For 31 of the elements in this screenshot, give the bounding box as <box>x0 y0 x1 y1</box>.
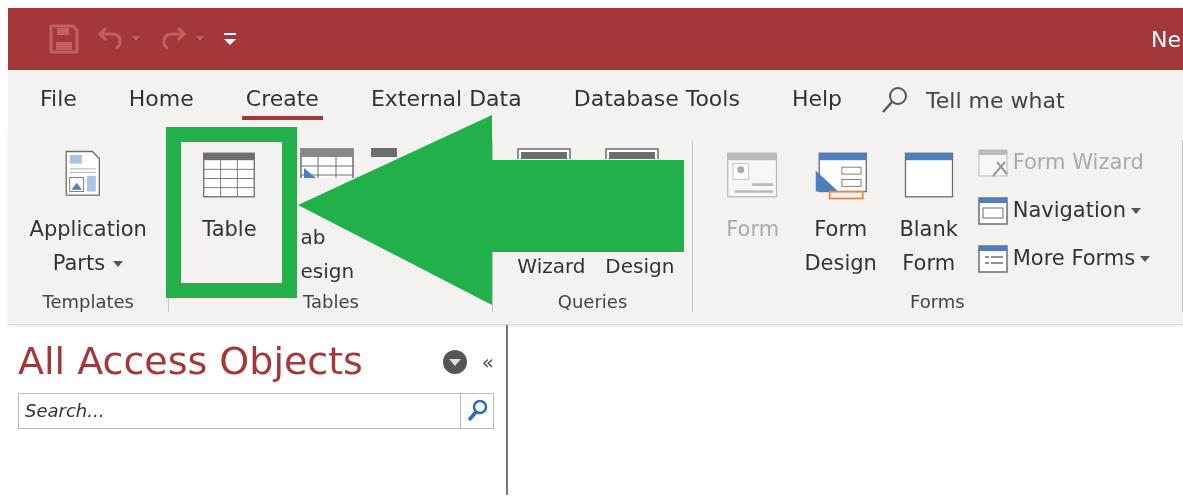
window-icon <box>976 196 1009 226</box>
ribbon-tab[interactable]: Create <box>241 79 323 121</box>
ribbon-button[interactable]: Table <box>185 146 274 248</box>
group-label: Templates <box>41 292 135 312</box>
search-button[interactable] <box>460 392 494 429</box>
ribbon-button[interactable]: Blank Form <box>884 146 973 282</box>
form-list-icon <box>976 244 1009 274</box>
ribbon-tab[interactable]: Database Tools <box>569 79 744 121</box>
window-title: Ne <box>1151 25 1181 54</box>
table-header-icon <box>371 148 398 157</box>
search-field[interactable]: Search... <box>18 392 460 429</box>
tell-me-field[interactable]: Tell me what <box>926 83 1127 117</box>
table-icon <box>300 148 355 178</box>
button-label[interactable]: Wizard <box>517 249 586 283</box>
ribbon-tab[interactable]: Home <box>124 79 198 121</box>
group-label: Forms <box>908 292 966 312</box>
ribbon-button[interactable]: More Forms <box>976 242 1152 276</box>
button-label[interactable]: Design <box>605 249 675 283</box>
ribbon-tab[interactable]: File <box>36 79 81 121</box>
ribbon-tab[interactable]: External Data <box>366 79 526 121</box>
ribbon-tab[interactable]: Help <box>787 79 847 121</box>
ribbon-button[interactable]: Form Design <box>796 146 885 282</box>
collapse-button[interactable]: « <box>481 351 494 372</box>
dropdown-icon[interactable] <box>441 348 468 375</box>
search-icon <box>466 398 488 423</box>
ribbon-button[interactable]: Navigation <box>976 194 1152 228</box>
ribbon-button[interactable]: Application Parts <box>29 146 147 282</box>
group-label: Tables <box>301 292 360 312</box>
pane-title: All Access Objects <box>18 339 363 385</box>
group-label: Queries <box>556 292 629 312</box>
button-label[interactable]: ab esign <box>300 220 355 288</box>
